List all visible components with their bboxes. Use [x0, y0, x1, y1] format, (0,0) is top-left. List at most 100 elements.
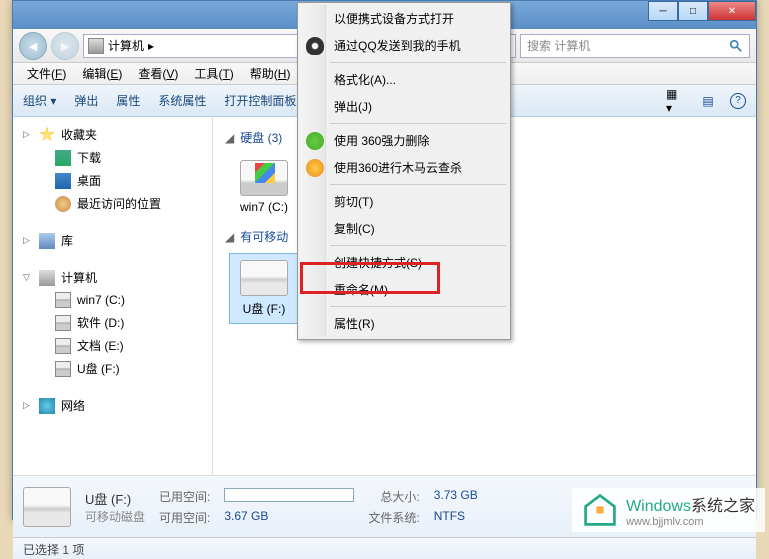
menu-help[interactable]: 帮助(H) — [244, 63, 297, 84]
context-separator — [330, 184, 506, 185]
context-menu: 以便携式设备方式打开通过QQ发送到我的手机格式化(A)... 弹出(J) 使用 36… — [297, 2, 511, 340]
context-item-label: 剪切(T) — [334, 193, 373, 210]
usage-bar — [224, 488, 354, 502]
sidebar-drive-f[interactable]: U盘 (F:) — [15, 357, 210, 380]
drive-label: win7 (C:) — [235, 200, 293, 214]
total-value: 3.73 GB — [434, 488, 478, 505]
drive-icon — [55, 292, 71, 308]
context-item-label: 使用360进行木马云查杀 — [334, 159, 462, 176]
watermark-text: 系统之家 — [691, 498, 755, 515]
library-icon — [39, 233, 55, 249]
sidebar-desktop[interactable]: 桌面 — [15, 169, 210, 192]
tool-organize[interactable]: 组织 ▾ — [23, 92, 56, 109]
sidebar-drive-e[interactable]: 文档 (E:) — [15, 334, 210, 357]
context-item-9[interactable]: 剪切(T) — [300, 188, 508, 215]
status-bar: 已选择 1 项 — [13, 537, 756, 559]
tool-sysprops[interactable]: 系统属性 — [158, 92, 206, 109]
tool-properties[interactable]: 属性 — [116, 92, 140, 109]
context-item-4[interactable]: 弹出(J) — [300, 93, 508, 120]
breadcrumb-arrow[interactable]: ▸ — [148, 39, 154, 53]
context-item-3[interactable]: 格式化(A)... — [300, 66, 508, 93]
details-drive-icon — [23, 487, 71, 527]
close-button[interactable]: ✕ — [708, 1, 756, 21]
search-box[interactable]: 搜索 计算机 — [520, 34, 750, 58]
details-title: U盘 (F:) — [85, 489, 145, 508]
context-item-label: 复制(C) — [334, 220, 375, 237]
download-icon — [55, 150, 71, 166]
context-item-label: 使用 360强力删除 — [334, 132, 429, 149]
used-label: 已用空间: — [159, 488, 210, 505]
free-label: 可用空间: — [159, 509, 210, 526]
context-item-label: 弹出(J) — [334, 98, 372, 115]
drive-icon-large — [240, 160, 288, 196]
sidebar-drive-d[interactable]: 软件 (D:) — [15, 311, 210, 334]
context-separator — [330, 123, 506, 124]
star-icon — [39, 127, 55, 143]
search-icon — [729, 39, 743, 53]
watermark-logo-icon — [582, 492, 618, 528]
context-separator — [330, 306, 506, 307]
360del-icon — [306, 132, 324, 150]
context-item-10[interactable]: 复制(C) — [300, 215, 508, 242]
watermark-url: www.bjjmlv.com — [626, 516, 755, 528]
watermark: Windows系统之家 www.bjjmlv.com — [572, 488, 765, 532]
status-text: 已选择 1 项 — [23, 543, 84, 557]
recent-icon — [55, 196, 71, 212]
minimize-button[interactable]: ─ — [648, 1, 678, 21]
context-item-7[interactable]: 使用360进行木马云查杀 — [300, 154, 508, 181]
drive-item-c[interactable]: win7 (C:) — [229, 154, 299, 220]
context-item-label: 属性(R) — [334, 315, 375, 332]
drive-icon — [55, 338, 71, 354]
free-value: 3.67 GB — [224, 509, 354, 526]
sidebar-computer[interactable]: ▽计算机 — [15, 266, 210, 289]
tool-eject[interactable]: 弹出 — [74, 92, 98, 109]
context-item-13[interactable]: 重命名(M) — [300, 276, 508, 303]
search-placeholder: 搜索 计算机 — [527, 37, 590, 54]
menu-tools[interactable]: 工具(T) — [188, 63, 239, 84]
sidebar-downloads[interactable]: 下载 — [15, 146, 210, 169]
drive-item-usb[interactable]: U盘 (F:) — [229, 253, 299, 324]
sidebar-libraries[interactable]: ▷库 — [15, 229, 210, 252]
qq-icon — [306, 37, 324, 55]
sidebar-favorites[interactable]: ▷收藏夹 — [15, 123, 210, 146]
context-item-1[interactable]: 通过QQ发送到我的手机 — [300, 32, 508, 59]
details-subtitle: 可移动磁盘 — [85, 508, 145, 525]
preview-pane-button[interactable]: ▤ — [698, 91, 718, 111]
context-item-0[interactable]: 以便携式设备方式打开 — [300, 5, 508, 32]
sidebar-network[interactable]: ▷网络 — [15, 394, 210, 417]
menu-view[interactable]: 查看(V) — [132, 63, 184, 84]
drive-icon-large — [240, 260, 288, 296]
maximize-button[interactable]: □ — [678, 1, 708, 21]
context-item-6[interactable]: 使用 360强力删除 — [300, 127, 508, 154]
sidebar-drive-c[interactable]: win7 (C:) — [15, 289, 210, 311]
computer-icon — [39, 270, 55, 286]
back-button[interactable]: ◄ — [19, 32, 47, 60]
desktop-icon — [55, 173, 71, 189]
computer-icon — [88, 38, 104, 54]
menu-file[interactable]: 文件(F) — [21, 63, 72, 84]
context-item-label: 通过QQ发送到我的手机 — [334, 37, 461, 54]
context-item-label: 重命名(M) — [334, 281, 388, 298]
watermark-brand: Windows — [626, 498, 691, 515]
context-separator — [330, 62, 506, 63]
360cloud-icon — [306, 159, 324, 177]
fs-value: NTFS — [434, 509, 478, 526]
drive-icon — [55, 315, 71, 331]
context-item-15[interactable]: 属性(R) — [300, 310, 508, 337]
drive-label: U盘 (F:) — [236, 300, 292, 317]
view-mode-button[interactable]: ▦ ▾ — [666, 91, 686, 111]
forward-button[interactable]: ► — [51, 32, 79, 60]
menu-edit[interactable]: 编辑(E) — [76, 63, 128, 84]
sidebar-recent[interactable]: 最近访问的位置 — [15, 192, 210, 215]
context-separator — [330, 245, 506, 246]
drive-icon — [55, 361, 71, 377]
fs-label: 文件系统: — [368, 509, 419, 526]
help-icon[interactable]: ? — [730, 93, 746, 109]
sidebar: ▷收藏夹 下载 桌面 最近访问的位置 ▷库 ▽计算机 win7 (C:) 软件 … — [13, 117, 213, 475]
context-item-label: 格式化(A)... — [334, 71, 396, 88]
total-label: 总大小: — [368, 488, 419, 505]
tool-ctrlpanel[interactable]: 打开控制面板 — [224, 92, 296, 109]
address-text: 计算机 — [108, 37, 144, 54]
context-item-label: 以便携式设备方式打开 — [334, 10, 454, 27]
context-item-12[interactable]: 创建快捷方式(S) — [300, 249, 508, 276]
